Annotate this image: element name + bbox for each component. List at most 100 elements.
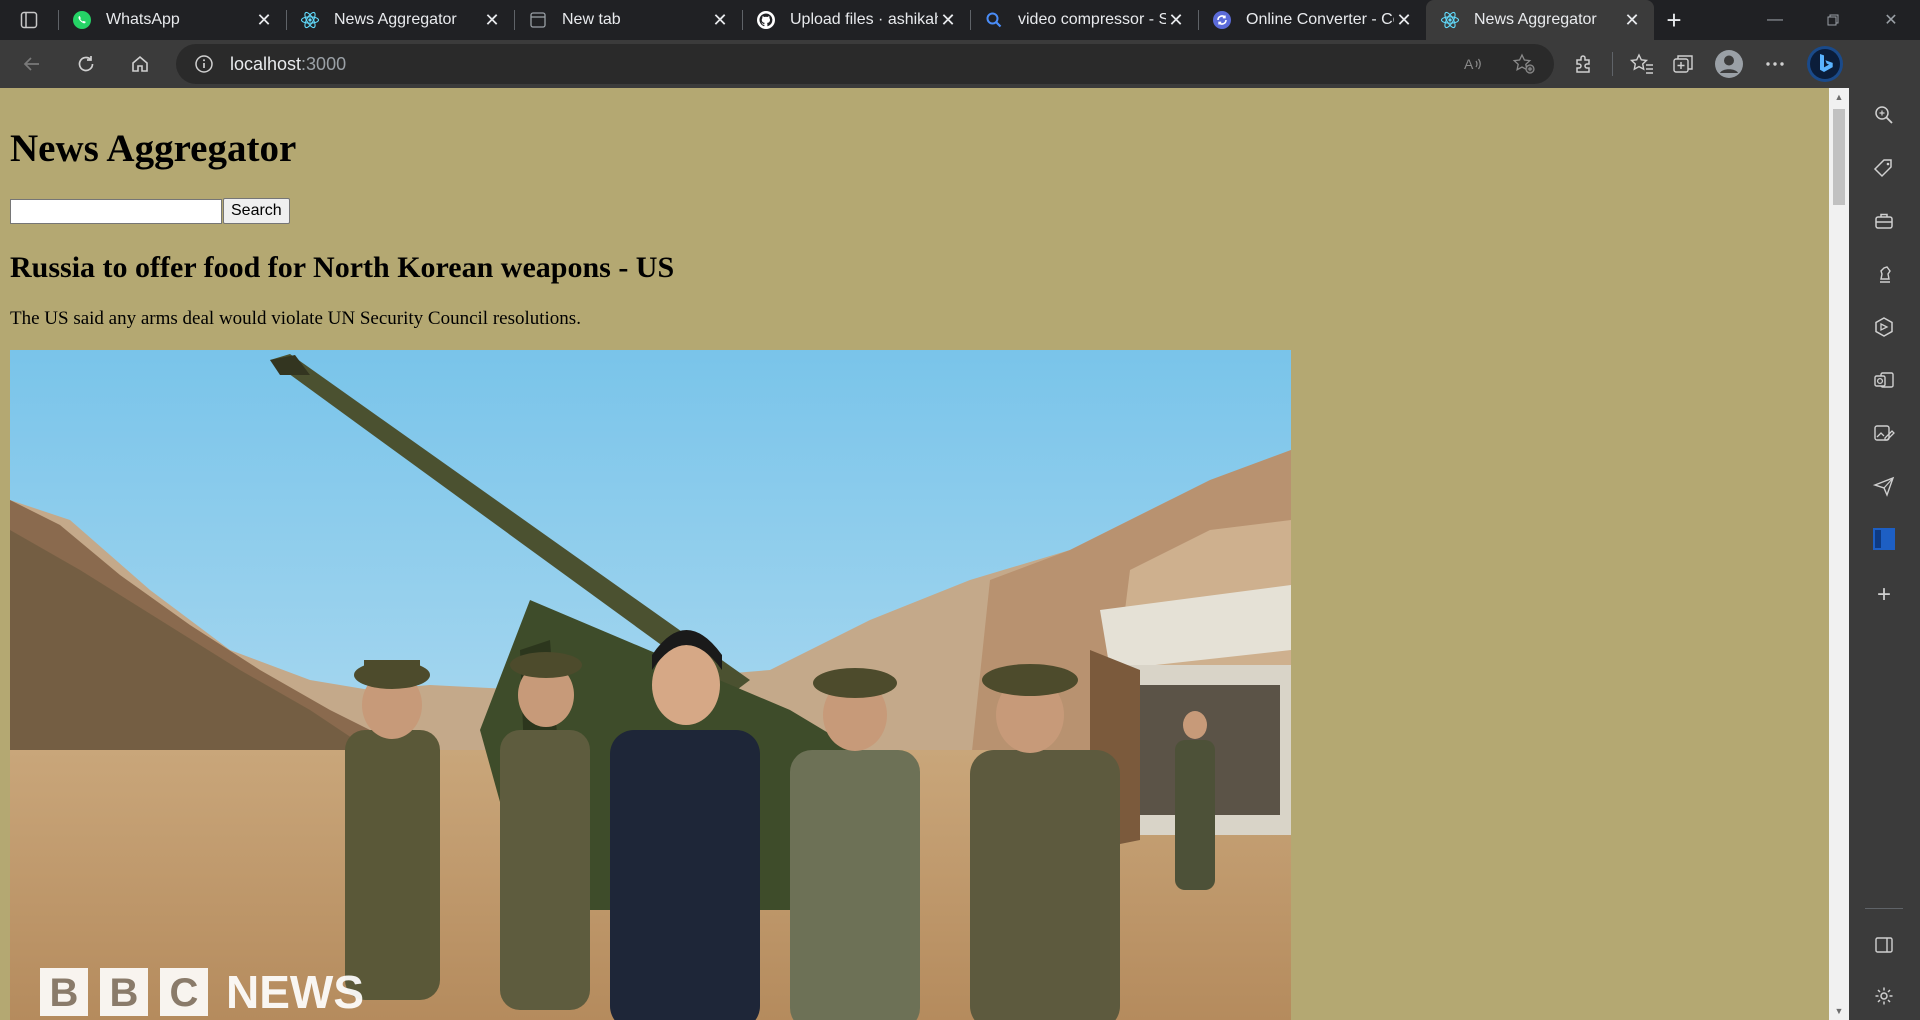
url-text: localhost:3000	[230, 54, 346, 75]
address-bar[interactable]: localhost:3000 A	[176, 44, 1554, 84]
close-icon[interactable]: ✕	[710, 10, 730, 30]
minimize-button[interactable]: —	[1746, 0, 1804, 40]
collections-icon[interactable]	[1671, 52, 1697, 76]
close-icon: ✕	[1884, 12, 1898, 29]
new-tab-button[interactable]: +	[1654, 0, 1694, 40]
panel-toggle-icon	[1875, 937, 1893, 953]
article-description: The US said any arms deal would violate …	[10, 308, 581, 329]
close-window-button[interactable]: ✕	[1862, 0, 1920, 40]
tab-title: video compressor - Se	[1018, 11, 1166, 28]
close-icon[interactable]: ✕	[1622, 10, 1642, 30]
more-options-icon[interactable]	[1761, 52, 1789, 76]
sidebar-tools-button[interactable]	[1867, 204, 1901, 238]
svg-text:B: B	[50, 971, 79, 1015]
tab-title: New tab	[562, 11, 621, 28]
newtab-icon	[528, 10, 548, 30]
url-host: localhost	[230, 53, 302, 74]
tab-title: News Aggregator	[334, 11, 457, 28]
react-icon	[1440, 10, 1460, 30]
sidebar-add-button[interactable]: +	[1867, 578, 1901, 612]
info-icon[interactable]	[194, 54, 214, 74]
close-icon[interactable]: ✕	[1166, 10, 1186, 30]
close-icon[interactable]: ✕	[1394, 10, 1414, 30]
sidebar-outlook-button[interactable]	[1867, 363, 1901, 397]
home-button[interactable]	[118, 46, 162, 82]
svg-text:A: A	[1464, 56, 1474, 72]
svg-text:B: B	[110, 971, 139, 1015]
refresh-icon	[78, 56, 94, 72]
tab-video-compressor[interactable]: video compressor - Se ✕	[970, 0, 1198, 40]
close-icon[interactable]: ✕	[482, 10, 502, 30]
article-title: Russia to offer food for North Korean we…	[10, 251, 675, 284]
hexagon-icon	[1875, 317, 1893, 337]
minimize-icon: —	[1767, 11, 1783, 28]
profile-avatar-icon[interactable]	[1713, 48, 1745, 80]
tab-actions-button[interactable]	[0, 0, 58, 40]
image-edit-icon	[1874, 425, 1895, 441]
tab-strip: WhatsApp ✕ News Aggregator ✕ New tab ✕ U…	[0, 0, 1920, 40]
sidebar-settings-button[interactable]	[1867, 979, 1901, 1013]
tab-new-tab[interactable]: New tab ✕	[514, 0, 742, 40]
tab-github-upload[interactable]: Upload files · ashikahe ✕	[742, 0, 970, 40]
browser-toolbar: localhost:3000 A	[0, 40, 1920, 88]
favorites-icon[interactable]	[1629, 52, 1655, 76]
search-button[interactable]: Search	[223, 198, 290, 224]
tab-news-aggregator[interactable]: News Aggregator ✕	[286, 0, 514, 40]
article-image: B B C NEWS	[10, 350, 1291, 1020]
back-button[interactable]	[10, 46, 54, 82]
url-port: :3000	[301, 53, 347, 74]
restore-button[interactable]	[1804, 0, 1862, 40]
search-form: Search	[10, 198, 1819, 224]
scroll-up-arrow-icon[interactable]: ▲	[1834, 92, 1844, 102]
edge-sidebar: +	[1849, 88, 1920, 1020]
tab-title: Upload files · ashikahe	[790, 11, 938, 28]
sidebar-app-button[interactable]	[1867, 522, 1901, 556]
chess-piece-icon	[1880, 266, 1891, 283]
tab-title: Online Converter - Co	[1246, 11, 1394, 28]
outlook-icon	[1874, 372, 1894, 388]
tab-online-converter[interactable]: Online Converter - Co ✕	[1198, 0, 1426, 40]
sidebar-send-button[interactable]	[1867, 469, 1901, 503]
close-icon[interactable]: ✕	[254, 10, 274, 30]
scrollbar-thumb[interactable]	[1833, 109, 1845, 205]
search-icon	[984, 10, 1004, 30]
home-icon	[132, 55, 148, 72]
plus-icon: +	[1666, 4, 1682, 35]
sidebar-games-button[interactable]	[1867, 257, 1901, 291]
bing-copilot-icon[interactable]	[1805, 44, 1845, 84]
blue-square-app-icon	[1873, 528, 1895, 550]
search-zoom-icon	[1875, 106, 1893, 124]
page-viewport: News Aggregator Search Russia to offer f…	[0, 88, 1829, 1020]
sidebar-shopping-button[interactable]	[1867, 151, 1901, 185]
sidebar-search-button[interactable]	[1867, 98, 1901, 132]
converter-icon	[1212, 10, 1232, 30]
close-icon[interactable]: ✕	[938, 10, 958, 30]
tag-icon	[1873, 159, 1892, 178]
sidebar-divider	[1865, 908, 1903, 909]
tab-title: WhatsApp	[106, 11, 180, 28]
page-title: News Aggregator	[10, 127, 297, 170]
restore-icon	[1827, 14, 1839, 26]
sidebar-hide-button[interactable]	[1867, 928, 1901, 962]
gear-icon	[1875, 987, 1893, 1005]
toolbar-divider	[1612, 52, 1613, 76]
search-input[interactable]	[10, 198, 222, 224]
sidebar-copilot-button[interactable]	[1867, 310, 1901, 344]
briefcase-icon	[1875, 213, 1893, 229]
extensions-icon[interactable]	[1572, 52, 1596, 76]
svg-text:NEWS: NEWS	[226, 966, 364, 1018]
tab-whatsapp[interactable]: WhatsApp ✕	[58, 0, 286, 40]
read-aloud-icon[interactable]: A	[1462, 53, 1484, 75]
tab-news-aggregator-active[interactable]: News Aggregator ✕	[1426, 0, 1654, 40]
add-favorite-icon[interactable]	[1512, 53, 1536, 75]
paper-plane-icon	[1873, 476, 1895, 497]
plus-icon: +	[1876, 581, 1891, 608]
sidebar-designer-button[interactable]	[1867, 416, 1901, 450]
back-arrow-icon	[23, 57, 39, 71]
refresh-button[interactable]	[64, 46, 108, 82]
react-icon	[300, 10, 320, 30]
page-scrollbar[interactable]: ▲ ▼	[1829, 88, 1849, 1020]
tab-actions-icon	[20, 11, 38, 29]
scroll-down-arrow-icon[interactable]: ▼	[1834, 1006, 1844, 1016]
article-photo-illustration: B B C NEWS	[10, 350, 1291, 1020]
